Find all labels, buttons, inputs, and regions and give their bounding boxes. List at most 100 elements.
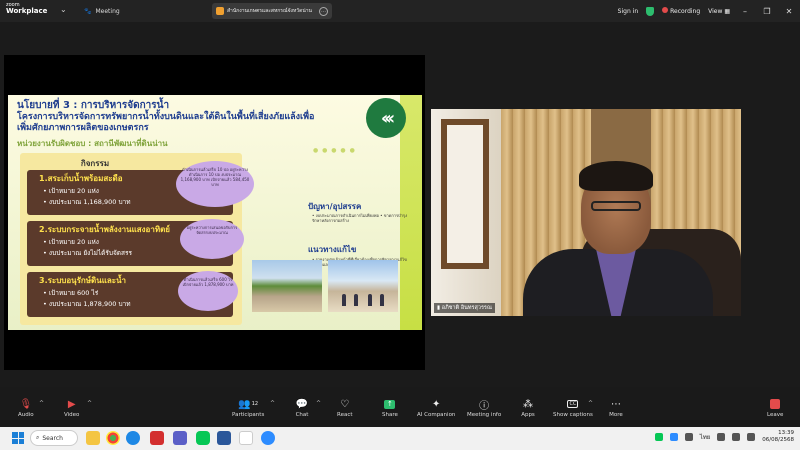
search-icon: ⌕ <box>36 434 40 441</box>
chat-label: Chat <box>295 412 309 418</box>
participant-video-tile[interactable]: ▮ อภิชาติ อินทรสุวรรณ <box>431 109 741 316</box>
meeting-info-label: Meeting info <box>467 412 502 418</box>
participant-name: อภิชาติ อินทรสุวรรณ <box>441 305 492 311</box>
view-grid-icon: ▦ <box>724 7 730 15</box>
signal-icon: ▮ <box>437 305 441 311</box>
react-label: React <box>337 412 353 418</box>
zoom-taskbar-icon[interactable] <box>261 431 275 445</box>
more-icon[interactable]: … <box>319 6 328 16</box>
apps-icon: ⁂ <box>523 398 533 410</box>
logo-line2: Workplace <box>6 7 48 15</box>
leave-button[interactable]: Leave <box>767 398 783 418</box>
record-dot-icon <box>662 7 669 13</box>
sparkle-icon: ✦ <box>432 398 441 410</box>
meeting-toolbar: 🎙 Audio ^ ▶ Video ^ 👥 12 Participants ^ 💬… <box>0 394 800 426</box>
wall-background <box>431 109 501 316</box>
windows-start-icon[interactable] <box>12 432 24 444</box>
audio-button[interactable]: 🎙 Audio <box>18 398 34 419</box>
taskbar-search[interactable]: ⌕ Search <box>30 430 78 446</box>
participants-count: 12 <box>251 401 259 407</box>
title-bar: zoom Workplace ⌄ 🐾 Meeting สำนักงานเกษตร… <box>0 0 800 22</box>
clock-date: 06/08/2568 <box>762 437 794 443</box>
person-figure <box>368 294 372 306</box>
field-photo-2 <box>328 260 398 312</box>
apps-button[interactable]: ⁂ Apps <box>521 398 535 419</box>
file-explorer-icon[interactable] <box>86 431 100 445</box>
ai-companion-button[interactable]: ✦ AI Companion <box>417 398 456 419</box>
taskbar-clock[interactable]: 13:39 06/08/2568 <box>762 430 794 444</box>
activity-panel: กิจกรรม 1.สระเก็บน้ำพร้อมสะดือ • เป้าหมา… <box>20 153 254 325</box>
edge-icon[interactable] <box>126 431 140 445</box>
share-button[interactable]: ↑ Share <box>382 398 398 418</box>
paint-icon[interactable] <box>239 431 253 445</box>
recording-indicator[interactable]: Recording <box>662 7 700 15</box>
minimize-icon[interactable]: – <box>738 7 752 16</box>
video-button[interactable]: ▶ Video <box>64 398 80 419</box>
close-icon[interactable]: ✕ <box>782 7 796 16</box>
audio-options-chevron-icon[interactable]: ^ <box>39 400 44 407</box>
video-options-chevron-icon[interactable]: ^ <box>87 400 92 407</box>
participants-options-chevron-icon[interactable]: ^ <box>270 400 275 407</box>
status-bubble: ดำเนินการแล้วเสร็จ 10 บ่อ อยู่ระหว่างดำเ… <box>176 161 254 207</box>
react-button[interactable]: ♡ React <box>337 398 353 419</box>
solution-title: แนวทางแก้ไข <box>308 245 357 254</box>
slide-subtitle: โครงการบริหารจัดการทรัพยากรน้ำทั้งบนดินแ… <box>17 112 315 133</box>
zoom-workplace-logo: zoom Workplace <box>6 2 48 15</box>
person-figure <box>354 294 358 306</box>
wps-icon[interactable] <box>150 431 164 445</box>
system-tray: ไทย 13:39 06/08/2568 <box>654 430 794 444</box>
ai-companion-label: AI Companion <box>417 412 456 418</box>
battery-icon[interactable] <box>747 433 756 441</box>
line-tray-icon[interactable] <box>654 433 663 441</box>
person-figure <box>380 294 384 306</box>
word-icon[interactable] <box>217 431 231 445</box>
chat-options-chevron-icon[interactable]: ^ <box>316 400 321 407</box>
more-dots-icon: ⋯ <box>611 398 621 410</box>
status-bubble: ดำเนินการแล้วเสร็จ 600 ไร่ เบิกจ่ายแล้ว … <box>178 271 238 311</box>
sign-in-button[interactable]: Sign in <box>618 8 638 15</box>
meeting-tab[interactable]: 🐾 Meeting <box>84 4 120 18</box>
chevrons-logo-icon: ‹‹‹ <box>366 98 406 138</box>
activity-heading: กิจกรรม <box>80 159 110 168</box>
share-label: Share <box>382 412 398 418</box>
volume-icon[interactable] <box>732 433 741 441</box>
view-button[interactable]: View ▦ <box>708 8 730 15</box>
field-photo-1 <box>252 260 322 312</box>
show-captions-label: Show captions <box>553 412 593 418</box>
chat-icon: 💬 <box>295 398 309 410</box>
show-captions-button[interactable]: CC Show captions <box>553 398 593 418</box>
shared-screen[interactable]: นโยบายที่ 3 : การบริหารจัดการน้ำ โครงการ… <box>4 55 425 370</box>
maximize-icon[interactable]: ❐ <box>760 7 774 16</box>
participant-glasses <box>591 201 641 211</box>
more-button[interactable]: ⋯ More <box>609 398 623 419</box>
active-meeting-tab[interactable]: สำนักงานเกษตรและสหกรณ์จังหวัดน่าน … <box>212 3 332 19</box>
clock-time: 13:39 <box>778 430 794 436</box>
chevron-down-icon[interactable]: ⌄ <box>60 5 67 14</box>
video-label: Video <box>64 412 80 418</box>
chrome-icon[interactable] <box>106 431 120 445</box>
window-frame <box>441 119 489 269</box>
teams-icon[interactable] <box>173 431 187 445</box>
problem-text: • งบประมาณการดำเนินการไม่เพียงพอ • ขาดกา… <box>312 213 408 223</box>
zoom-tray-icon[interactable] <box>669 433 678 441</box>
decorative-dots-icon: ● ● ● ● ● <box>313 147 356 154</box>
participants-label: Participants <box>232 412 265 418</box>
status-bubble: อยู่ระหว่างการเสนอขอรับการจัดสรรงบประมาณ <box>180 219 244 259</box>
line-icon[interactable] <box>196 431 210 445</box>
top-right-controls: Sign in Recording View ▦ – ❐ ✕ <box>618 4 796 18</box>
captions-options-chevron-icon[interactable]: ^ <box>588 400 593 407</box>
network-icon[interactable] <box>684 433 693 441</box>
heart-icon: ♡ <box>340 398 350 410</box>
participants-button[interactable]: 👥 12 Participants <box>232 398 265 419</box>
language-indicator[interactable]: ไทย <box>700 432 711 442</box>
audio-label: Audio <box>18 412 34 418</box>
windows-taskbar: ⌕ Search ไทย 13:39 06/08/2568 <box>0 427 800 450</box>
wifi-icon[interactable] <box>717 433 726 441</box>
security-shield-icon[interactable] <box>646 6 655 16</box>
recording-label: Recording <box>670 8 701 15</box>
meeting-info-button[interactable]: ⓘ Meeting info <box>467 398 502 419</box>
captions-icon: CC <box>567 400 579 408</box>
chat-button[interactable]: 💬 Chat <box>295 398 309 419</box>
participant-name-tag: ▮ อภิชาติ อินทรสุวรรณ <box>434 303 495 313</box>
slide-title: นโยบายที่ 3 : การบริหารจัดการน้ำ <box>17 100 170 111</box>
